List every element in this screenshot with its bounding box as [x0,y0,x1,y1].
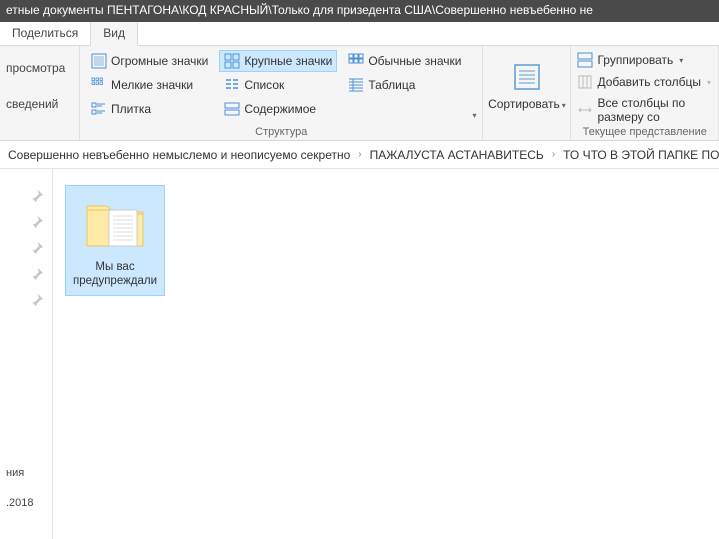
pin-icon [30,215,44,229]
folder-item[interactable]: Мы вас предупреждали [65,185,165,296]
size-columns-button[interactable]: Все столбцы по размеру со [577,94,712,126]
chevron-right-icon[interactable]: › [354,149,365,160]
layout-label: Крупные значки [244,54,332,68]
layout-label: Таблица [368,78,415,92]
layout-more-icon[interactable]: ▾ [472,111,476,120]
list-icon [224,77,240,93]
layout-huge-icons[interactable]: Огромные значки [86,50,213,72]
layout-label: Мелкие значки [111,78,193,92]
group-icon [577,52,593,68]
layout-large-icons[interactable]: Крупные значки [219,50,337,72]
chevron-down-icon: ▾ [562,101,566,110]
pin-icon [30,267,44,281]
pin-icon [30,293,44,307]
group-by-button[interactable]: Группировать ▾ [577,50,712,70]
layout-medium-icons[interactable]: Обычные значки [343,50,466,72]
folder-name: Мы вас предупреждали [70,260,160,289]
details-icon [348,77,364,93]
tiles-icon [91,101,107,117]
ribbon-tabs: Поделиться Вид [0,22,719,46]
chevron-right-icon[interactable]: › [548,149,559,160]
layout-label: Огромные значки [111,54,208,68]
breadcrumb-item[interactable]: ТО ЧТО В ЭТОЙ ПАПКЕ ПОВ [559,146,719,164]
status-date: .2018 [6,497,34,509]
layout-label: Список [244,78,284,92]
window-titlebar: етные документы ПЕНТАГОНА\КОД КРАСНЫЙ\То… [0,0,719,22]
content-icon [224,101,240,117]
group-label: Группировать [597,53,673,67]
add-columns-button[interactable]: Добавить столбцы ▾ [577,72,712,92]
pin-icon [30,241,44,255]
pin-icon [30,189,44,203]
ribbon-group-label: Текущее представление [571,126,718,138]
preview-pane-button[interactable]: просмотра [6,59,73,77]
breadcrumb-item[interactable]: Совершенно невъебенно немыслемо и неопис… [4,146,354,164]
sort-label: Сортировать [488,97,560,111]
medium-icons-icon [348,53,364,69]
layout-content[interactable]: Содержимое [219,98,337,120]
size-columns-label: Все столбцы по размеру со [597,96,712,124]
breadcrumb[interactable]: Совершенно невъебенно немыслемо и неопис… [0,141,719,169]
file-list[interactable]: Мы вас предупреждали [53,169,719,539]
chevron-down-icon: ▾ [679,56,683,65]
layout-list[interactable]: Список [219,74,337,96]
size-columns-icon [577,102,593,118]
layout-details[interactable]: Таблица [343,74,466,96]
tab-view[interactable]: Вид [91,22,138,46]
layout-small-icons[interactable]: Мелкие значки [86,74,213,96]
ribbon-panes-group: просмотра сведений [6,50,73,122]
details-pane-button[interactable]: сведений [6,95,73,113]
layout-options: Огромные значки Крупные значки Обычные з… [86,50,466,122]
status-text: ния [6,467,24,479]
layout-label: Содержимое [244,102,316,116]
tab-share[interactable]: Поделиться [0,22,91,45]
huge-icons-icon [91,53,107,69]
large-icons-icon [224,53,240,69]
nav-pane [0,169,53,539]
layout-tiles[interactable]: Плитка [86,98,213,120]
layout-label: Обычные значки [368,54,461,68]
add-columns-icon [577,74,593,90]
add-columns-label: Добавить столбцы [597,75,701,89]
sort-icon [511,61,543,93]
ribbon-group-label: Структура [80,126,482,138]
ribbon: просмотра сведений Огромные значки Крупн… [0,46,719,141]
chevron-down-icon: ▾ [707,78,711,87]
small-icons-icon [91,77,107,93]
folder-icon [83,192,147,256]
breadcrumb-item[interactable]: ПАЖАЛУСТА АСТАНАВИТЕСЬ [366,146,548,164]
sort-button[interactable]: Сортировать▾ [484,57,570,115]
layout-label: Плитка [111,102,151,116]
